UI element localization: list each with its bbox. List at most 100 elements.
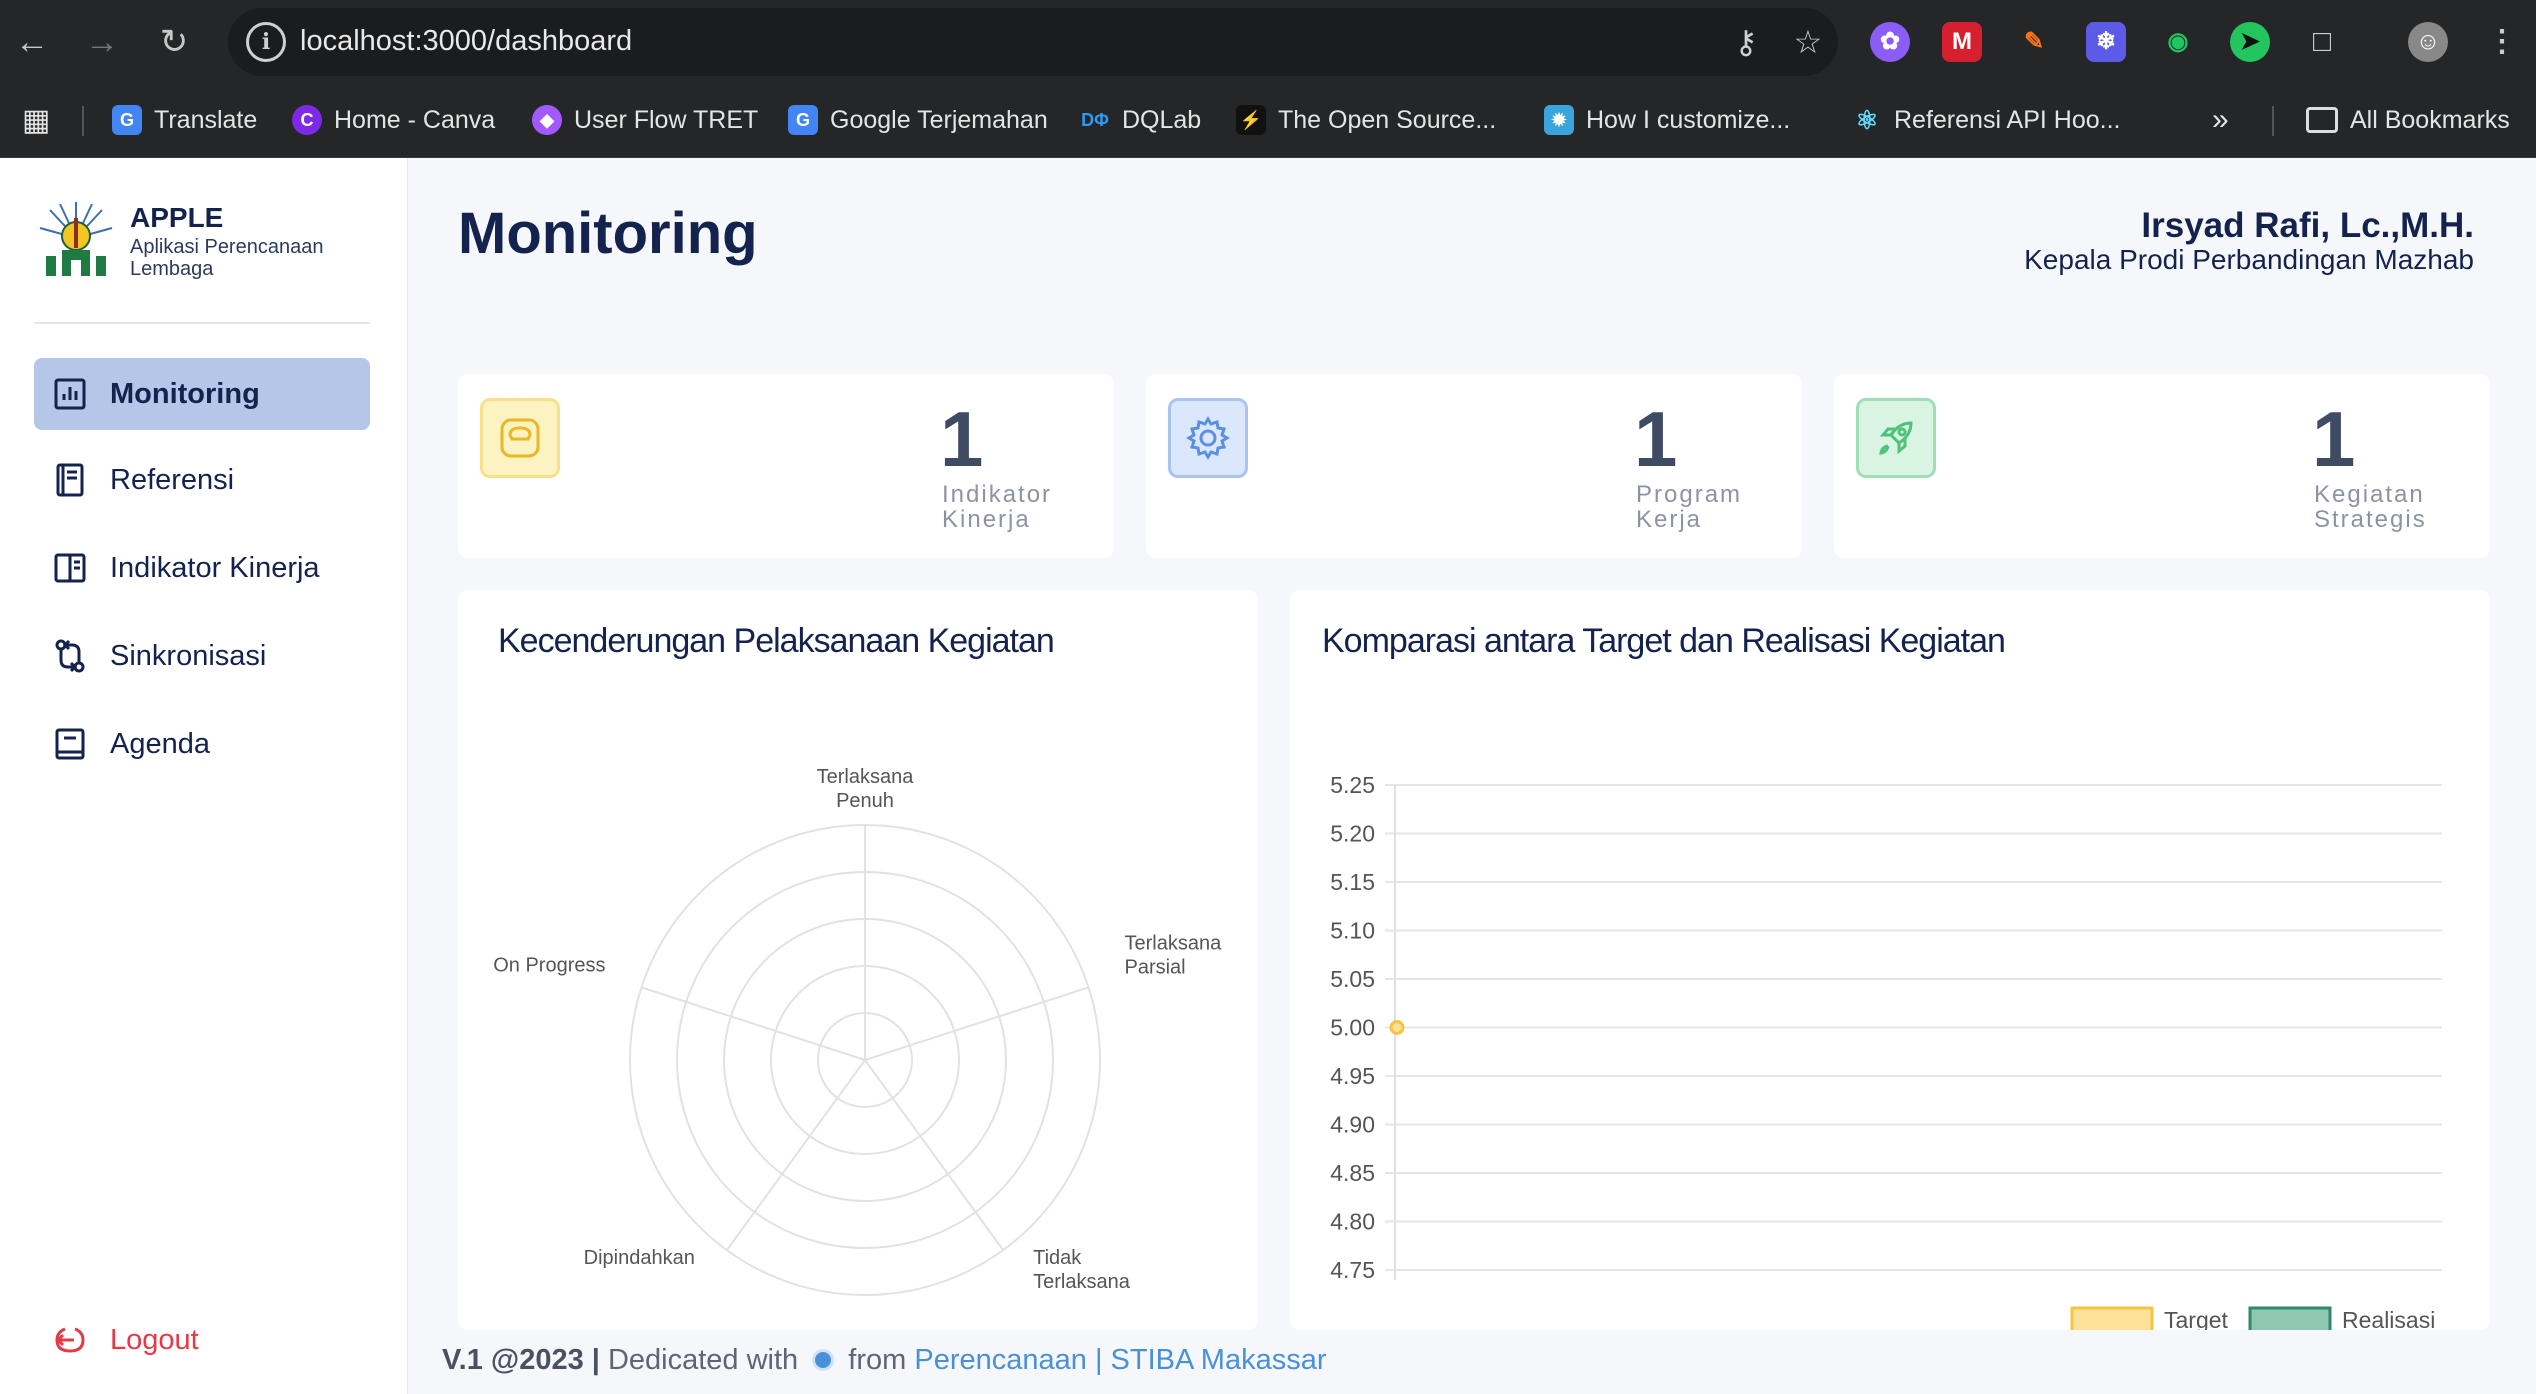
y-tick-label: 4.75: [1330, 1257, 1375, 1283]
chrome-menu-icon[interactable]: ⋮: [2482, 22, 2522, 62]
radar-axis-label: Terlaksana Parsial: [1124, 932, 1222, 978]
canva-icon: C: [292, 105, 322, 135]
bookmark-google-terjemahan[interactable]: G Google Terjemahan: [788, 100, 1048, 140]
footer-link[interactable]: Perencanaan | STIBA Makassar: [914, 1344, 1326, 1376]
bookmark-open-source[interactable]: ⚡ The Open Source...: [1236, 100, 1496, 140]
y-tick-label: 4.80: [1330, 1209, 1375, 1235]
cursor-extension-icon[interactable]: ➤: [2230, 22, 2270, 62]
y-tick-label: 5.00: [1330, 1015, 1375, 1041]
y-tick-label: 5.15: [1330, 869, 1375, 895]
puzzle-extension-icon[interactable]: □: [2302, 22, 2342, 62]
open-book-icon: [54, 553, 86, 583]
y-tick-label: 5.20: [1330, 821, 1375, 847]
google-translate-icon: G: [112, 105, 142, 135]
bookmark-translate[interactable]: G Translate: [112, 100, 257, 140]
snowflake-extension-icon[interactable]: ❄: [2086, 22, 2126, 62]
bookmark-label: The Open Source...: [1278, 105, 1497, 134]
sidebar-item-monitoring[interactable]: Monitoring: [34, 358, 370, 430]
stat-label: Indikator Kinerja: [942, 481, 1053, 533]
radar-axis-line: [641, 986, 866, 1061]
y-tick-label: 4.95: [1330, 1063, 1375, 1089]
legend-swatch: [2248, 1306, 2332, 1330]
bookmark-canva[interactable]: C Home - Canva: [292, 100, 495, 140]
sidebar-item-agenda[interactable]: Agenda: [34, 708, 370, 780]
stat-value: 1: [2312, 395, 2356, 483]
eye-extension-icon[interactable]: ◉: [2158, 22, 2198, 62]
bookmark-separator: [2272, 106, 2274, 136]
bookmark-separator: [82, 106, 84, 136]
sidebar-item-label: Sinkronisasi: [110, 639, 267, 672]
y-tick-label: 5.10: [1330, 918, 1375, 944]
bookmark-referensi-api[interactable]: ⚛ Referensi API Hoo...: [1852, 100, 2120, 140]
profile-avatar[interactable]: ☺: [2408, 22, 2448, 62]
bookmark-star-icon[interactable]: ☆: [1788, 22, 1828, 62]
stat-label: Program Kerja: [1636, 481, 1743, 533]
bookmark-user-flow[interactable]: ◆ User Flow TRET: [532, 100, 758, 140]
footer-version: V.1 @2023 |: [442, 1344, 600, 1376]
bookmark-dqlab[interactable]: DΦ DQLab: [1080, 100, 1201, 140]
back-arrow-icon[interactable]: ←: [10, 20, 54, 64]
legend-swatch: [2070, 1306, 2154, 1330]
bar-chart-icon: [54, 378, 86, 410]
forward-arrow-icon[interactable]: →: [80, 20, 124, 64]
stat-label: Kegiatan Strategis: [2314, 481, 2427, 533]
sidebar: APPLE Aplikasi Perencanaan Lembaga Monit…: [0, 158, 408, 1394]
brand-title: APPLE: [130, 202, 224, 233]
radar-axis-label: Dipindahkan: [584, 1247, 695, 1269]
stat-icon-wrapper: [1168, 398, 1248, 478]
radar-chart-panel: Kecenderungan Pelaksanaan Kegiatan Terla…: [458, 590, 1258, 1330]
mendeley-extension-icon[interactable]: M: [1942, 22, 1982, 62]
logout-button[interactable]: Logout: [52, 1322, 199, 1358]
browser-toolbar: ← → ↻ i localhost:3000/dashboard ⚷ ☆ ✿ M…: [0, 0, 2536, 84]
sidebar-item-label: Referensi: [110, 463, 235, 496]
sidebar-item-referensi[interactable]: Referensi: [34, 444, 370, 516]
color-picker-extension-icon[interactable]: ✎: [2014, 22, 2054, 62]
radar-axis-label-line: Terlaksana: [1033, 1271, 1131, 1293]
radar-axis-line: [726, 1059, 866, 1251]
calendar-book-icon: [55, 728, 85, 760]
address-bar[interactable]: i localhost:3000/dashboard ⚷ ☆: [228, 8, 1838, 76]
footer-text: Dedicated with: [607, 1344, 799, 1376]
stat-card-kegiatan-strategis: 1 Kegiatan Strategis: [1834, 374, 2490, 558]
reload-icon[interactable]: ↻: [152, 20, 196, 64]
bookmark-label: DQLab: [1122, 105, 1202, 134]
sidebar-item-indikator-kinerja[interactable]: Indikator Kinerja: [34, 532, 370, 604]
radar-axis-label-line: Terlaksana: [817, 766, 915, 788]
bookmark-label: Google Terjemahan: [830, 105, 1048, 134]
sidebar-item-sinkronisasi[interactable]: Sinkronisasi: [34, 620, 370, 692]
sidebar-item-label: Agenda: [110, 727, 210, 760]
radar-axis-line: [864, 986, 1089, 1061]
footer: V.1 @2023 | Dedicated with from Perencan…: [442, 1344, 1327, 1377]
medium-icon: ✹: [1544, 105, 1574, 135]
logout-label: Logout: [110, 1323, 199, 1356]
heart-icon: [812, 1349, 835, 1371]
y-tick-label: 5.05: [1330, 966, 1375, 992]
bookmarks-bar: ▦ G Translate C Home - Canva ◆ User Flow TR…: [0, 84, 2536, 158]
bookmark-label: User Flow TRET: [574, 105, 759, 134]
legend-label: Target: [2164, 1307, 2229, 1330]
url-text[interactable]: localhost:3000/dashboard: [300, 25, 632, 58]
user-name: Irsyad Rafi, Lc.,M.H.: [2141, 206, 2474, 245]
radar-axis-label-line: On Progress: [493, 954, 605, 976]
stat-value: 1: [940, 395, 984, 483]
sidebar-item-label: Monitoring: [110, 377, 260, 410]
brand-subtitle: Aplikasi Perencanaan Lembaga: [130, 236, 324, 280]
sync-icon: [55, 639, 85, 673]
stiba-logo-icon: [39, 202, 113, 276]
password-key-icon[interactable]: ⚷: [1726, 22, 1766, 62]
radar-chart: Terlaksana PenuhTerlaksana ParsialTidak Ter…: [493, 766, 1222, 1296]
y-tick-label: 5.25: [1330, 772, 1375, 798]
react-icon: ⚛: [1855, 105, 1879, 135]
scale-icon: [500, 418, 540, 458]
apps-grid-icon[interactable]: ▦: [22, 100, 50, 140]
brain-extension-icon[interactable]: ✿: [1870, 22, 1910, 62]
site-info-icon[interactable]: i: [246, 22, 286, 62]
all-bookmarks[interactable]: All Bookmarks: [2306, 100, 2510, 140]
bookmark-how-i-customize[interactable]: ✹ How I customize...: [1544, 100, 1790, 140]
stat-value: 1: [1634, 395, 1678, 483]
opensource-icon: ⚡: [1236, 105, 1266, 135]
more-bookmarks-icon[interactable]: »: [2212, 100, 2229, 140]
figma-icon: ◆: [532, 105, 562, 135]
data-point: [1389, 1020, 1405, 1035]
rocket-icon: [1879, 421, 1913, 455]
